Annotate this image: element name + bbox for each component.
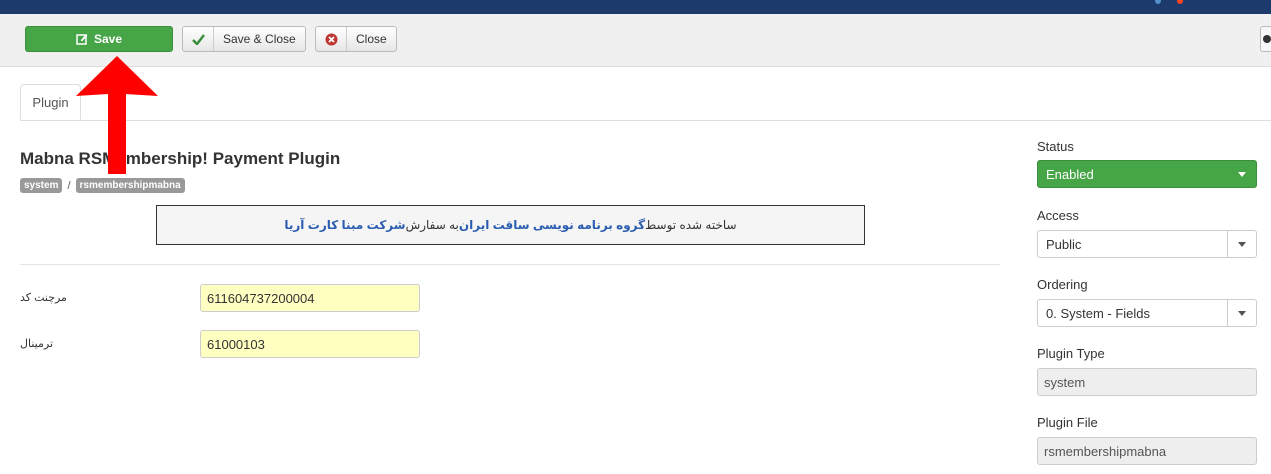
gear-icon — [1263, 35, 1271, 43]
checkmark-icon — [183, 27, 214, 51]
notice-text-1: ساخته شده توسط — [645, 218, 737, 232]
notice-text-2: به سفارش — [405, 218, 459, 232]
access-select[interactable]: Public — [1037, 230, 1257, 258]
chevron-down-icon — [1228, 161, 1256, 187]
breadcrumb: system / rsmembershipmabna — [20, 178, 185, 193]
breadcrumb-separator: / — [67, 179, 71, 192]
red-arrow-annotation — [76, 56, 158, 174]
divider — [20, 264, 1000, 265]
ordering-select[interactable]: 0. System - Fields — [1037, 299, 1257, 327]
close-button[interactable]: Close — [315, 26, 397, 52]
element-badge: rsmembershipmabna — [75, 178, 185, 193]
toolbar: Save Save & Close Close — [0, 14, 1271, 67]
top-header-bar — [0, 0, 1271, 14]
folder-badge: system — [20, 178, 63, 193]
save-button[interactable]: Save — [25, 26, 173, 52]
edit-icon — [76, 34, 88, 45]
terminal-label: ترمینال — [20, 338, 54, 350]
chevron-down-icon — [1227, 231, 1256, 257]
save-button-label: Save — [93, 32, 123, 46]
close-label: Close — [356, 32, 387, 46]
status-select[interactable]: Enabled — [1037, 160, 1257, 188]
plugin-file-field: rsmembershipmabna — [1037, 437, 1257, 465]
page-title: Mabna RSMembership! Payment Plugin — [20, 149, 341, 168]
developer-link[interactable]: گروه برنامه نویسی ساقت ایران — [459, 218, 645, 232]
joomla-logo-icon — [1155, 0, 1183, 4]
merchant-code-input[interactable] — [200, 284, 420, 312]
tab-bar: Plugin — [20, 84, 1271, 121]
status-value: Enabled — [1046, 166, 1094, 182]
terminal-input[interactable] — [200, 330, 420, 358]
plugin-type-field: system — [1037, 368, 1257, 396]
cancel-circle-icon — [316, 27, 347, 51]
plugin-file-label: Plugin File — [1037, 415, 1098, 430]
status-label: Status — [1037, 139, 1074, 154]
access-label: Access — [1037, 208, 1079, 223]
ordering-label: Ordering — [1037, 277, 1088, 292]
options-button[interactable] — [1260, 26, 1271, 52]
save-and-close-button[interactable]: Save & Close — [182, 26, 306, 52]
tab-plugin[interactable]: Plugin — [20, 84, 81, 120]
access-value: Public — [1046, 236, 1082, 252]
merchant-code-label: مرچنت کد — [20, 292, 67, 304]
ordering-value: 0. System - Fields — [1046, 305, 1151, 321]
plugin-type-label: Plugin Type — [1037, 346, 1105, 361]
save-and-close-label: Save & Close — [223, 32, 296, 46]
client-link[interactable]: شرکت مبنا کارت آریا — [284, 218, 405, 232]
plugin-description-box: ساخته شده توسط گروه برنامه نویسی ساقت ای… — [156, 205, 865, 245]
chevron-down-icon — [1227, 300, 1256, 326]
